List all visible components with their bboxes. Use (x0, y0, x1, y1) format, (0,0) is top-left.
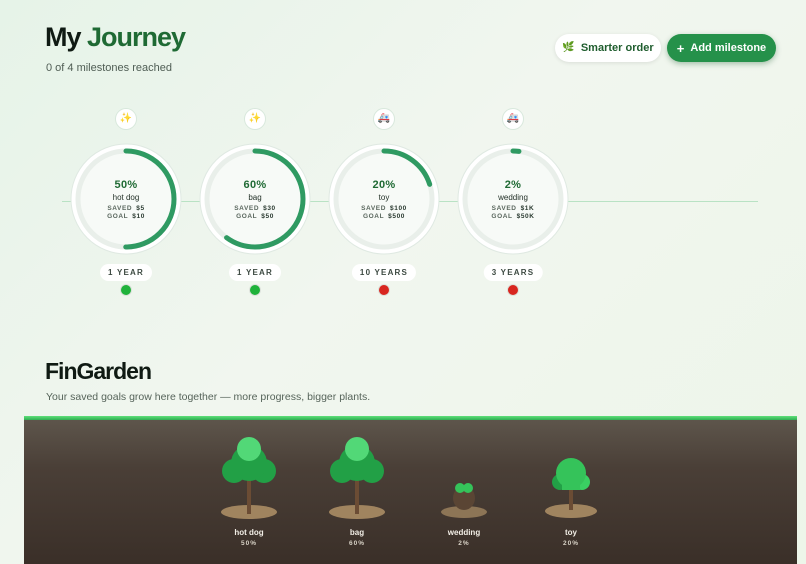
milestone-name: hot dog (112, 192, 140, 202)
bush-icon (545, 458, 597, 518)
goal-line: GOAL $50 (236, 213, 274, 220)
plus-icon: + (676, 40, 685, 56)
saved-value: $5 (136, 204, 145, 212)
trunk (569, 488, 573, 510)
milestone-progress-summary: 0 of 4 milestones reached (46, 62, 172, 74)
leaf (345, 437, 369, 461)
add-milestone-label: Add milestone (690, 42, 767, 54)
saved-value: $30 (263, 204, 276, 212)
milestone-name: bag (248, 192, 262, 202)
goal-value: $500 (388, 212, 406, 220)
goal-value: $10 (132, 212, 145, 220)
leaf (237, 437, 261, 461)
milestone-center: 2% wedding SAVED $1K GOAL $50K (457, 143, 569, 255)
duration-chip: 1 YEAR (229, 264, 281, 281)
goal-label: GOAL (236, 212, 258, 220)
milestone-center: 20% toy SAVED $100 GOAL $500 (328, 143, 440, 255)
garden-title: FinGarden (45, 358, 152, 384)
grass-strip (24, 416, 797, 420)
goal-label: GOAL (107, 212, 129, 220)
page-title: My Journey (45, 22, 186, 53)
milestone-node[interactable]: ✨ 50% hot dog SAVED $5 GOAL $10 1 YEAR (70, 106, 182, 296)
milestone-node[interactable]: ✨ 60% bag SAVED $30 GOAL $50 1 YEAR (199, 106, 311, 296)
goal-label: GOAL (362, 212, 385, 220)
plant-percent: 20% (562, 540, 579, 547)
plant-name: bag (349, 528, 365, 537)
saved-line: SAVED $100 (361, 205, 407, 212)
saved-line: SAVED $1K (492, 205, 535, 212)
sparkle-leaf-icon: 🌿 (562, 42, 575, 53)
goal-line: GOAL $50K (491, 213, 534, 220)
milestone-percent: 60% (243, 178, 267, 191)
tree-icon (329, 437, 385, 519)
garden-plant[interactable]: toy 20% (526, 418, 616, 564)
leaf (562, 476, 580, 490)
smarter-order-label: Smarter order (580, 42, 654, 54)
add-milestone-button[interactable]: + Add milestone (667, 34, 776, 62)
saved-label: SAVED (491, 204, 517, 212)
plant-percent: 50% (240, 540, 257, 547)
garden-plant[interactable]: hot dog 50% (204, 418, 294, 564)
goal-value: $50K (516, 212, 535, 220)
plant-percent: 2% (458, 540, 470, 547)
milestone-name: wedding (498, 192, 528, 202)
milestone-percent: 50% (114, 178, 138, 191)
saved-line: SAVED $30 (234, 205, 276, 212)
seedling-icon (441, 483, 487, 518)
ambulance-icon: 🚑 (373, 108, 395, 130)
duration-chip: 10 YEARS (351, 264, 417, 281)
sprout-leaf (463, 483, 473, 493)
saved-label: SAVED (361, 204, 387, 212)
plant-name: toy (565, 528, 577, 537)
duration-chip: 3 YEARS (483, 264, 543, 281)
saved-line: SAVED $5 (107, 205, 144, 212)
sparkles-icon: ✨ (244, 108, 266, 130)
saved-value: $1K (520, 204, 535, 212)
title-word-1: My (45, 22, 82, 52)
milestone-name: toy (378, 192, 390, 202)
goal-label: GOAL (491, 212, 513, 220)
status-dot (379, 285, 389, 295)
smarter-order-button[interactable]: 🌿 Smarter order (555, 34, 661, 62)
status-dot (508, 285, 518, 295)
plant-name: hot dog (234, 528, 264, 537)
garden-soil (24, 416, 797, 564)
status-dot (250, 285, 260, 295)
milestone-percent: 20% (372, 178, 396, 191)
status-dot (121, 285, 131, 295)
milestone-node[interactable]: 🚑 2% wedding SAVED $1K GOAL $50K 3 YEARS (457, 106, 569, 296)
goal-line: GOAL $500 (363, 213, 405, 220)
title-word-2: Journey (87, 22, 186, 52)
milestone-node[interactable]: 🚑 20% toy SAVED $100 GOAL $500 10 YEARS (328, 106, 440, 296)
milestone-percent: 2% (504, 178, 522, 191)
garden-plant[interactable]: bag 60% (312, 418, 402, 564)
saved-value: $100 (390, 204, 407, 212)
sparkles-icon: ✨ (115, 108, 137, 130)
saved-label: SAVED (107, 204, 133, 212)
goal-line: GOAL $10 (107, 213, 145, 220)
milestone-center: 60% bag SAVED $30 GOAL $50 (199, 143, 311, 255)
garden-subtitle: Your saved goals grow here together — mo… (46, 391, 371, 403)
duration-chip: 1 YEAR (100, 264, 152, 281)
milestone-center: 50% hot dog SAVED $5 GOAL $10 (70, 143, 182, 255)
ambulance-icon: 🚑 (502, 108, 524, 130)
goal-value: $50 (261, 212, 274, 220)
plant-name: wedding (447, 528, 481, 537)
garden-plant[interactable]: wedding 2% (419, 418, 509, 564)
saved-label: SAVED (234, 204, 260, 212)
plant-percent: 60% (348, 540, 365, 547)
tree-icon (221, 437, 277, 519)
